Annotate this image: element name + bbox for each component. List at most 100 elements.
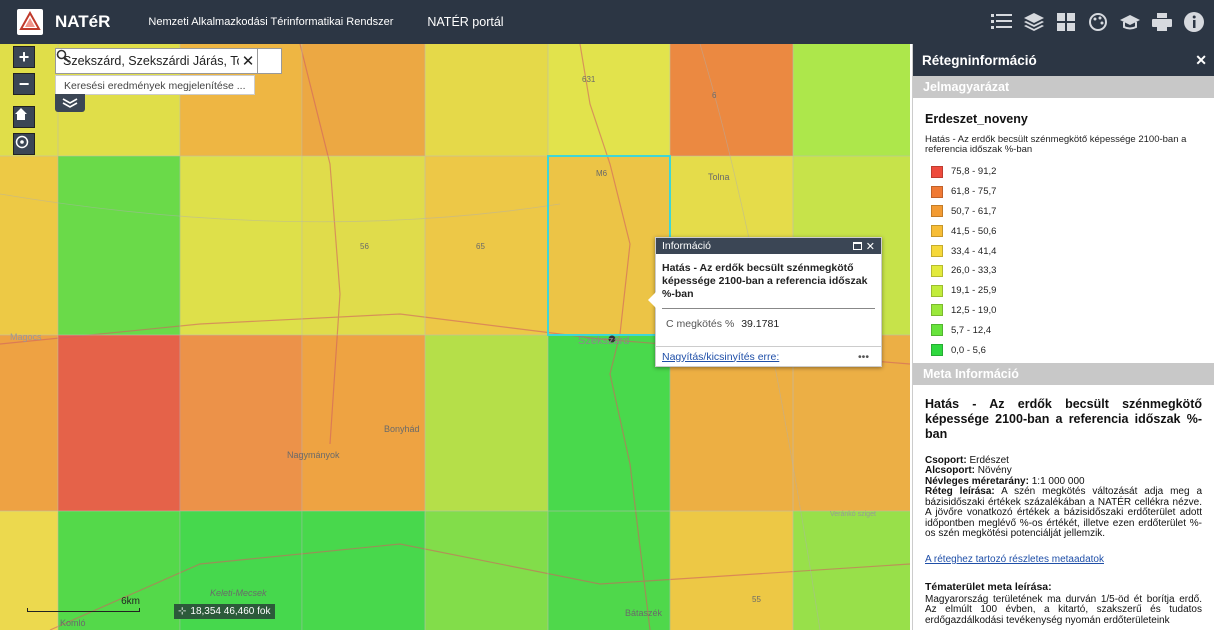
topic-meta-text: Magyarország területének ma durván 1/5-ö… bbox=[925, 593, 1202, 626]
clear-search-button[interactable]: ✕ bbox=[239, 52, 257, 70]
legend-item: 75,8 - 91,2 bbox=[931, 162, 1202, 182]
coordinate-readout: ⊹ 18,354 46,460 fok bbox=[174, 604, 275, 619]
meta-label: Réteg leírása: bbox=[925, 486, 995, 498]
road-label: 56 bbox=[360, 242, 369, 251]
legend-swatch bbox=[931, 264, 943, 277]
road-label: 631 bbox=[582, 75, 596, 84]
close-popup-button[interactable]: ✕ bbox=[866, 240, 875, 253]
field-value: 39.1781 bbox=[741, 318, 780, 330]
grid-cell[interactable] bbox=[0, 511, 59, 630]
legend-label: 61,8 - 75,7 bbox=[951, 186, 997, 198]
brand-name[interactable]: NATéR bbox=[55, 12, 110, 32]
grid-cell[interactable] bbox=[0, 335, 59, 511]
grid-cell[interactable] bbox=[425, 335, 548, 511]
grid-cell[interactable] bbox=[58, 511, 181, 630]
legend: Erdeszet_noveny Hatás - Az erdők becsült… bbox=[913, 98, 1214, 360]
layers-collapse-icon bbox=[62, 98, 78, 108]
place-label: Szekszárd bbox=[578, 335, 629, 347]
more-options-icon[interactable]: ••• bbox=[858, 351, 869, 363]
legend-item: 26,0 - 33,3 bbox=[931, 261, 1202, 281]
grid-cell[interactable] bbox=[58, 335, 181, 511]
legend-swatch bbox=[931, 205, 943, 218]
nater-logo[interactable] bbox=[17, 9, 43, 35]
print-icon[interactable] bbox=[1148, 6, 1176, 38]
legend-layer-name: Erdeszet_noveny bbox=[925, 112, 1028, 126]
scale-bar: 6km bbox=[27, 596, 140, 612]
search-button[interactable] bbox=[56, 49, 281, 73]
legend-swatch bbox=[931, 324, 943, 337]
grid-cell[interactable] bbox=[58, 156, 181, 335]
grid-cell[interactable] bbox=[670, 44, 793, 156]
zoom-to-link[interactable]: Nagyítás/kicsinyítés erre: bbox=[662, 351, 779, 363]
meta-value: Növény bbox=[977, 465, 1012, 477]
road-label: 6 bbox=[712, 91, 717, 100]
grid-cell[interactable] bbox=[548, 335, 671, 511]
legend-label: 75,8 - 91,2 bbox=[951, 166, 997, 178]
grid-cell[interactable] bbox=[302, 511, 425, 630]
toolbar bbox=[988, 6, 1208, 38]
topic-meta-title: Tématerület meta leírása: bbox=[925, 580, 1052, 593]
legend-swatch bbox=[931, 165, 943, 178]
zoom-in-button[interactable]: + bbox=[13, 46, 35, 68]
legend-item: 12,5 - 19,0 bbox=[931, 301, 1202, 321]
grid-cell[interactable] bbox=[548, 44, 671, 156]
legend-label: 41,5 - 50,6 bbox=[951, 225, 997, 237]
legend-item: 19,1 - 25,9 bbox=[931, 281, 1202, 301]
grid-cell[interactable] bbox=[793, 44, 910, 156]
field-label: C megkötés % bbox=[666, 318, 735, 330]
legend-items: 75,8 - 91,2 61,8 - 75,7 50,7 - 61,7 41,5 - … bbox=[931, 162, 1202, 360]
place-label: Nagymányok bbox=[287, 450, 340, 460]
search-results-hint[interactable]: Keresési eredmények megjelenítése ... bbox=[55, 75, 255, 95]
legend-item: 41,5 - 50,6 bbox=[931, 221, 1202, 241]
legend-item: 61,8 - 75,7 bbox=[931, 182, 1202, 202]
grid-cell[interactable] bbox=[425, 156, 548, 335]
place-label: Bonyhád bbox=[384, 424, 420, 434]
road-label: 55 bbox=[752, 595, 761, 604]
close-panel-button[interactable]: ✕ bbox=[1195, 52, 1207, 69]
grid-cell[interactable] bbox=[302, 44, 425, 156]
legend-label: 50,7 - 61,7 bbox=[951, 205, 997, 217]
grid-cell[interactable] bbox=[548, 156, 671, 335]
locate-button[interactable] bbox=[13, 133, 35, 155]
place-label: Magocs bbox=[10, 332, 42, 342]
portal-link[interactable]: NATÉR portál bbox=[427, 15, 503, 29]
meta-section-header[interactable]: Meta Információ bbox=[913, 362, 1214, 385]
legend-label: 33,4 - 41,4 bbox=[951, 245, 997, 257]
legend-swatch bbox=[931, 225, 943, 238]
meta-details: Csoport: Erdészet Alcsoport: Növény Névl… bbox=[925, 454, 1202, 540]
legend-section-header[interactable]: Jelmagyarázat bbox=[913, 76, 1214, 98]
list-icon[interactable] bbox=[988, 6, 1016, 38]
meta-label: Alcsoport: bbox=[925, 465, 975, 477]
info-icon[interactable] bbox=[1180, 6, 1208, 38]
grid-icon[interactable] bbox=[1052, 6, 1080, 38]
collapse-search-button[interactable] bbox=[55, 94, 85, 112]
legend-description: Hatás - Az erdők becsült szénmegkötő kép… bbox=[925, 134, 1187, 155]
locate-icon bbox=[15, 135, 29, 149]
layers-icon[interactable] bbox=[1020, 6, 1048, 38]
grid-cell[interactable] bbox=[180, 335, 303, 511]
place-label: Komló bbox=[60, 618, 86, 628]
meta-value: Erdészet bbox=[969, 454, 1009, 466]
map-view[interactable]: Szekszárd Tolna Bonyhád Nagymányok Bátas… bbox=[0, 44, 910, 630]
grid-cell[interactable] bbox=[0, 156, 59, 335]
popup-header: Információ ✕ bbox=[656, 238, 881, 254]
legend-item: 33,4 - 41,4 bbox=[931, 241, 1202, 261]
home-button[interactable] bbox=[13, 106, 35, 128]
metadata-link[interactable]: A réteghez tartozó részletes metaadatok bbox=[925, 554, 1202, 565]
palette-icon[interactable] bbox=[1084, 6, 1112, 38]
legend-swatch bbox=[931, 284, 943, 297]
graduation-cap-icon[interactable] bbox=[1116, 6, 1144, 38]
popup-pointer bbox=[648, 292, 656, 308]
legend-swatch bbox=[931, 304, 943, 317]
grid-cell[interactable] bbox=[670, 511, 793, 630]
zoom-out-button[interactable]: − bbox=[13, 73, 35, 95]
grid-cell[interactable] bbox=[180, 156, 303, 335]
grid-cell[interactable] bbox=[302, 335, 425, 511]
search-input[interactable]: Szekszárd, Szekszárdi Járás, Tolna bbox=[56, 54, 239, 68]
legend-label: 19,1 - 25,9 bbox=[951, 285, 997, 297]
meta-label: Csoport: bbox=[925, 454, 967, 466]
grid-cell[interactable] bbox=[425, 44, 548, 156]
legend-item: 5,7 - 12,4 bbox=[931, 320, 1202, 340]
maximize-icon[interactable] bbox=[852, 242, 862, 250]
coordinate-value: 18,354 46,460 fok bbox=[190, 606, 271, 617]
